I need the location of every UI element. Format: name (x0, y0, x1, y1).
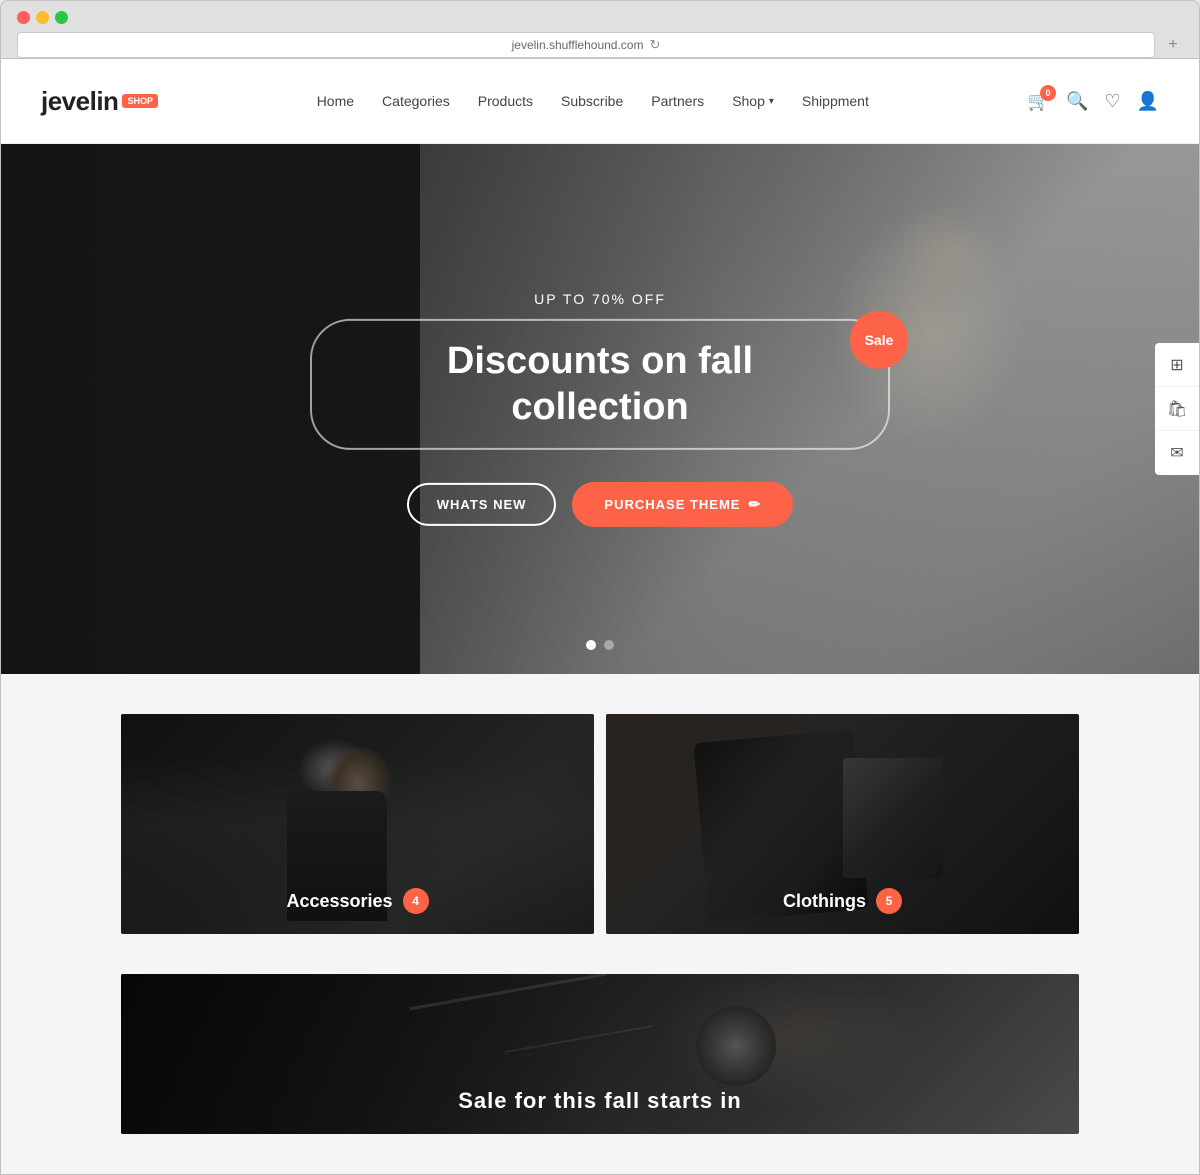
dot-2[interactable] (604, 640, 614, 650)
hero-title-box: Discounts on fall collection Sale (310, 319, 890, 450)
minimize-button[interactable] (36, 11, 49, 24)
hero-dots (586, 640, 614, 650)
nav-categories[interactable]: Categories (382, 93, 450, 109)
cart-badge: 0 (1040, 85, 1056, 101)
clothings-count: 5 (876, 888, 902, 914)
categories-section: Accessories 4 Clothings 5 (1, 674, 1199, 974)
mail-tool[interactable]: ✉ (1155, 431, 1199, 475)
maximize-button[interactable] (55, 11, 68, 24)
window-controls (17, 11, 1183, 24)
nav-shippment[interactable]: Shippment (802, 93, 869, 109)
close-button[interactable] (17, 11, 30, 24)
search-icon-wrap[interactable]: 🔍 (1066, 91, 1088, 112)
mail-icon: ✉ (1170, 443, 1183, 463)
accessories-name: Accessories (286, 891, 392, 912)
nav-shop[interactable]: Shop ▾ (732, 93, 774, 109)
side-tools: ⊞ 🛍 ✉ (1155, 343, 1199, 475)
accessories-label: Accessories 4 (121, 868, 594, 934)
nav-partners[interactable]: Partners (651, 93, 704, 109)
user-icon-wrap[interactable]: 👤 (1137, 91, 1159, 112)
bag-icon: 🛍 (1167, 399, 1187, 419)
sale-section: Sale for this fall starts in (1, 974, 1199, 1174)
nav-subscribe[interactable]: Subscribe (561, 93, 623, 109)
new-tab-button[interactable]: + (1163, 35, 1183, 55)
hero-buttons: WHATS NEW PURCHASE THEME ✏ (310, 482, 890, 527)
url-text: jevelin.shufflehound.com (512, 38, 644, 52)
purchase-theme-button[interactable]: PURCHASE THEME ✏ (572, 482, 793, 527)
address-bar[interactable]: jevelin.shufflehound.com ↻ (17, 32, 1155, 58)
clothings-name: Clothings (783, 891, 866, 912)
user-icon: 👤 (1137, 91, 1159, 111)
edit-icon: ✏ (748, 496, 761, 513)
dot-1[interactable] (586, 640, 596, 650)
hero-content: Up to 70% off Discounts on fall collecti… (310, 291, 890, 527)
website-container: jevelin SHOP Home Categories Products Su… (0, 59, 1200, 1175)
hero-section: Up to 70% off Discounts on fall collecti… (1, 144, 1199, 674)
layers-icon: ⊞ (1170, 355, 1183, 375)
nav-icons-group: 🛒 0 🔍 ♡ 👤 (1028, 91, 1159, 112)
wishlist-icon-wrap[interactable]: ♡ (1104, 91, 1120, 112)
sale-countdown-banner: Sale for this fall starts in (121, 974, 1079, 1134)
bag-tool[interactable]: 🛍 (1155, 387, 1199, 431)
hero-title: Discounts on fall collection (362, 339, 838, 430)
accessories-count: 4 (403, 888, 429, 914)
main-nav: Home Categories Products Subscribe Partn… (317, 93, 869, 109)
layers-tool[interactable]: ⊞ (1155, 343, 1199, 387)
nav-products[interactable]: Products (478, 93, 533, 109)
refresh-icon[interactable]: ↻ (649, 37, 660, 53)
site-header: jevelin SHOP Home Categories Products Su… (1, 59, 1199, 144)
category-card-clothings[interactable]: Clothings 5 (606, 714, 1079, 934)
search-icon: 🔍 (1066, 91, 1088, 111)
logo-text: jevelin (41, 86, 118, 117)
category-card-accessories[interactable]: Accessories 4 (121, 714, 594, 934)
logo-badge: SHOP (122, 94, 158, 108)
whats-new-button[interactable]: WHATS NEW (407, 483, 557, 526)
cart-icon-wrap[interactable]: 🛒 0 (1028, 91, 1050, 112)
heart-icon: ♡ (1104, 91, 1120, 111)
chevron-down-icon: ▾ (769, 96, 774, 107)
hero-subtitle: Up to 70% off (310, 291, 890, 307)
browser-toolbar: jevelin.shufflehound.com ↻ + (17, 32, 1183, 58)
categories-grid: Accessories 4 Clothings 5 (121, 714, 1079, 934)
sale-badge: Sale (850, 311, 908, 369)
browser-window: jevelin.shufflehound.com ↻ + (0, 0, 1200, 59)
nav-home[interactable]: Home (317, 93, 354, 109)
clothings-label: Clothings 5 (606, 868, 1079, 934)
sale-banner-text: Sale for this fall starts in (458, 1088, 742, 1114)
logo[interactable]: jevelin SHOP (41, 86, 158, 117)
